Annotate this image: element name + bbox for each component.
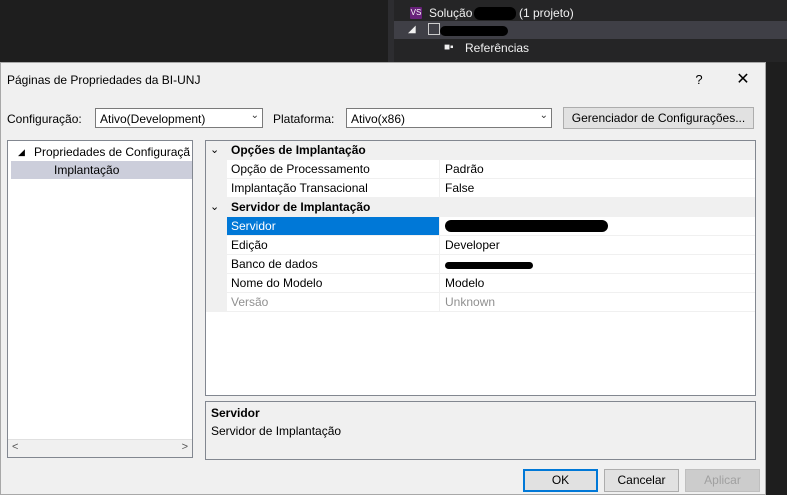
property-name: Nome do Modelo <box>227 274 440 292</box>
chevron-down-icon: ⌄ <box>539 110 548 121</box>
property-name: Edição <box>227 236 440 254</box>
ide-editor-background <box>0 0 388 62</box>
platform-label: Plataforma: <box>273 112 335 126</box>
chevron-down-icon: ⌄ <box>210 201 220 213</box>
redacted-server-value <box>445 220 608 232</box>
redacted-solution-name <box>474 7 516 20</box>
tree-item-label: Implantação <box>54 163 120 177</box>
description-panel: Servidor Servidor de Implantação <box>205 401 756 460</box>
references-node[interactable]: ■▪ Referências <box>394 39 787 57</box>
horizontal-scrollbar[interactable]: < > <box>8 439 192 457</box>
platform-value: Ativo(x86) <box>351 112 406 126</box>
configuration-tree: ◢ Propriedades de Configuraçã Implantaçã… <box>7 140 193 458</box>
apply-button[interactable]: Aplicar <box>685 469 760 492</box>
project-icon <box>428 23 440 35</box>
solution-project-count: (1 projeto) <box>519 6 574 20</box>
property-value[interactable]: Padrão <box>445 160 484 179</box>
description-title: Servidor <box>211 406 260 420</box>
category-deployment-options[interactable]: ⌄ Opções de Implantação <box>206 141 755 160</box>
property-value[interactable]: False <box>445 179 474 198</box>
solution-explorer: VS Solução (1 projeto) ◢ ■▪ Referências <box>394 0 787 62</box>
dialog-title: Páginas de Propriedades da BI-UNJ <box>7 73 201 87</box>
property-row[interactable]: Banco de dados <box>206 255 755 274</box>
solution-node[interactable]: VS Solução (1 projeto) <box>394 4 787 22</box>
property-row[interactable]: Nome do Modelo Modelo <box>206 274 755 293</box>
redacted-project-name <box>440 26 508 36</box>
property-row[interactable]: Opção de Processamento Padrão <box>206 160 755 179</box>
property-pages-dialog: Páginas de Propriedades da BI-UNJ ? ✕ Co… <box>0 62 766 495</box>
cancel-button[interactable]: Cancelar <box>604 469 679 492</box>
expand-triangle-icon: ◢ <box>18 147 25 157</box>
tree-item-label: Propriedades de Configuraçã <box>34 145 191 159</box>
property-name: Implantação Transacional <box>227 179 440 197</box>
property-grid: ⌄ Opções de Implantação Opção de Process… <box>205 140 756 396</box>
description-text: Servidor de Implantação <box>211 424 342 438</box>
tree-item-deployment[interactable]: Implantação <box>11 161 192 179</box>
property-row[interactable]: Edição Developer <box>206 236 755 255</box>
configuration-dropdown[interactable]: Ativo(Development) ⌄ <box>95 108 263 128</box>
help-button[interactable]: ? <box>687 67 711 93</box>
close-button[interactable]: ✕ <box>729 67 757 93</box>
category-label: Servidor de Implantação <box>231 200 371 214</box>
configuration-manager-button[interactable]: Gerenciador de Configurações... <box>563 107 754 129</box>
property-row-server[interactable]: Servidor <box>206 217 755 236</box>
tree-item-configuration-properties[interactable]: ◢ Propriedades de Configuraçã <box>8 143 192 161</box>
configuration-value: Ativo(Development) <box>100 112 206 126</box>
property-name: Banco de dados <box>227 255 440 273</box>
property-value[interactable]: Developer <box>445 236 500 255</box>
scroll-left-icon[interactable]: < <box>12 441 18 453</box>
platform-dropdown[interactable]: Ativo(x86) ⌄ <box>346 108 552 128</box>
references-label: Referências <box>465 41 530 55</box>
category-label: Opções de Implantação <box>231 143 366 157</box>
property-name: Versão <box>227 293 440 311</box>
close-icon: ✕ <box>736 71 750 88</box>
property-value: Unknown <box>445 295 496 309</box>
expand-triangle-icon: ◢ <box>408 24 416 35</box>
property-name: Opção de Processamento <box>227 160 440 178</box>
property-row: Versão Unknown <box>206 293 755 312</box>
category-deployment-server[interactable]: ⌄ Servidor de Implantação <box>206 198 755 217</box>
references-icon: ■▪ <box>444 42 454 53</box>
scroll-right-icon[interactable]: > <box>182 441 188 453</box>
chevron-down-icon: ⌄ <box>210 144 220 156</box>
property-name: Servidor <box>227 217 440 235</box>
property-value[interactable]: Modelo <box>445 274 484 293</box>
property-row[interactable]: Implantação Transacional False <box>206 179 755 198</box>
solution-label: Solução <box>429 6 473 20</box>
project-node[interactable]: ◢ <box>394 21 787 39</box>
configuration-label: Configuração: <box>7 112 82 126</box>
redacted-database-value <box>445 262 533 269</box>
ok-button[interactable]: OK <box>523 469 598 492</box>
visual-studio-solution-icon: VS <box>410 7 422 19</box>
chevron-down-icon: ⌄ <box>250 110 259 121</box>
